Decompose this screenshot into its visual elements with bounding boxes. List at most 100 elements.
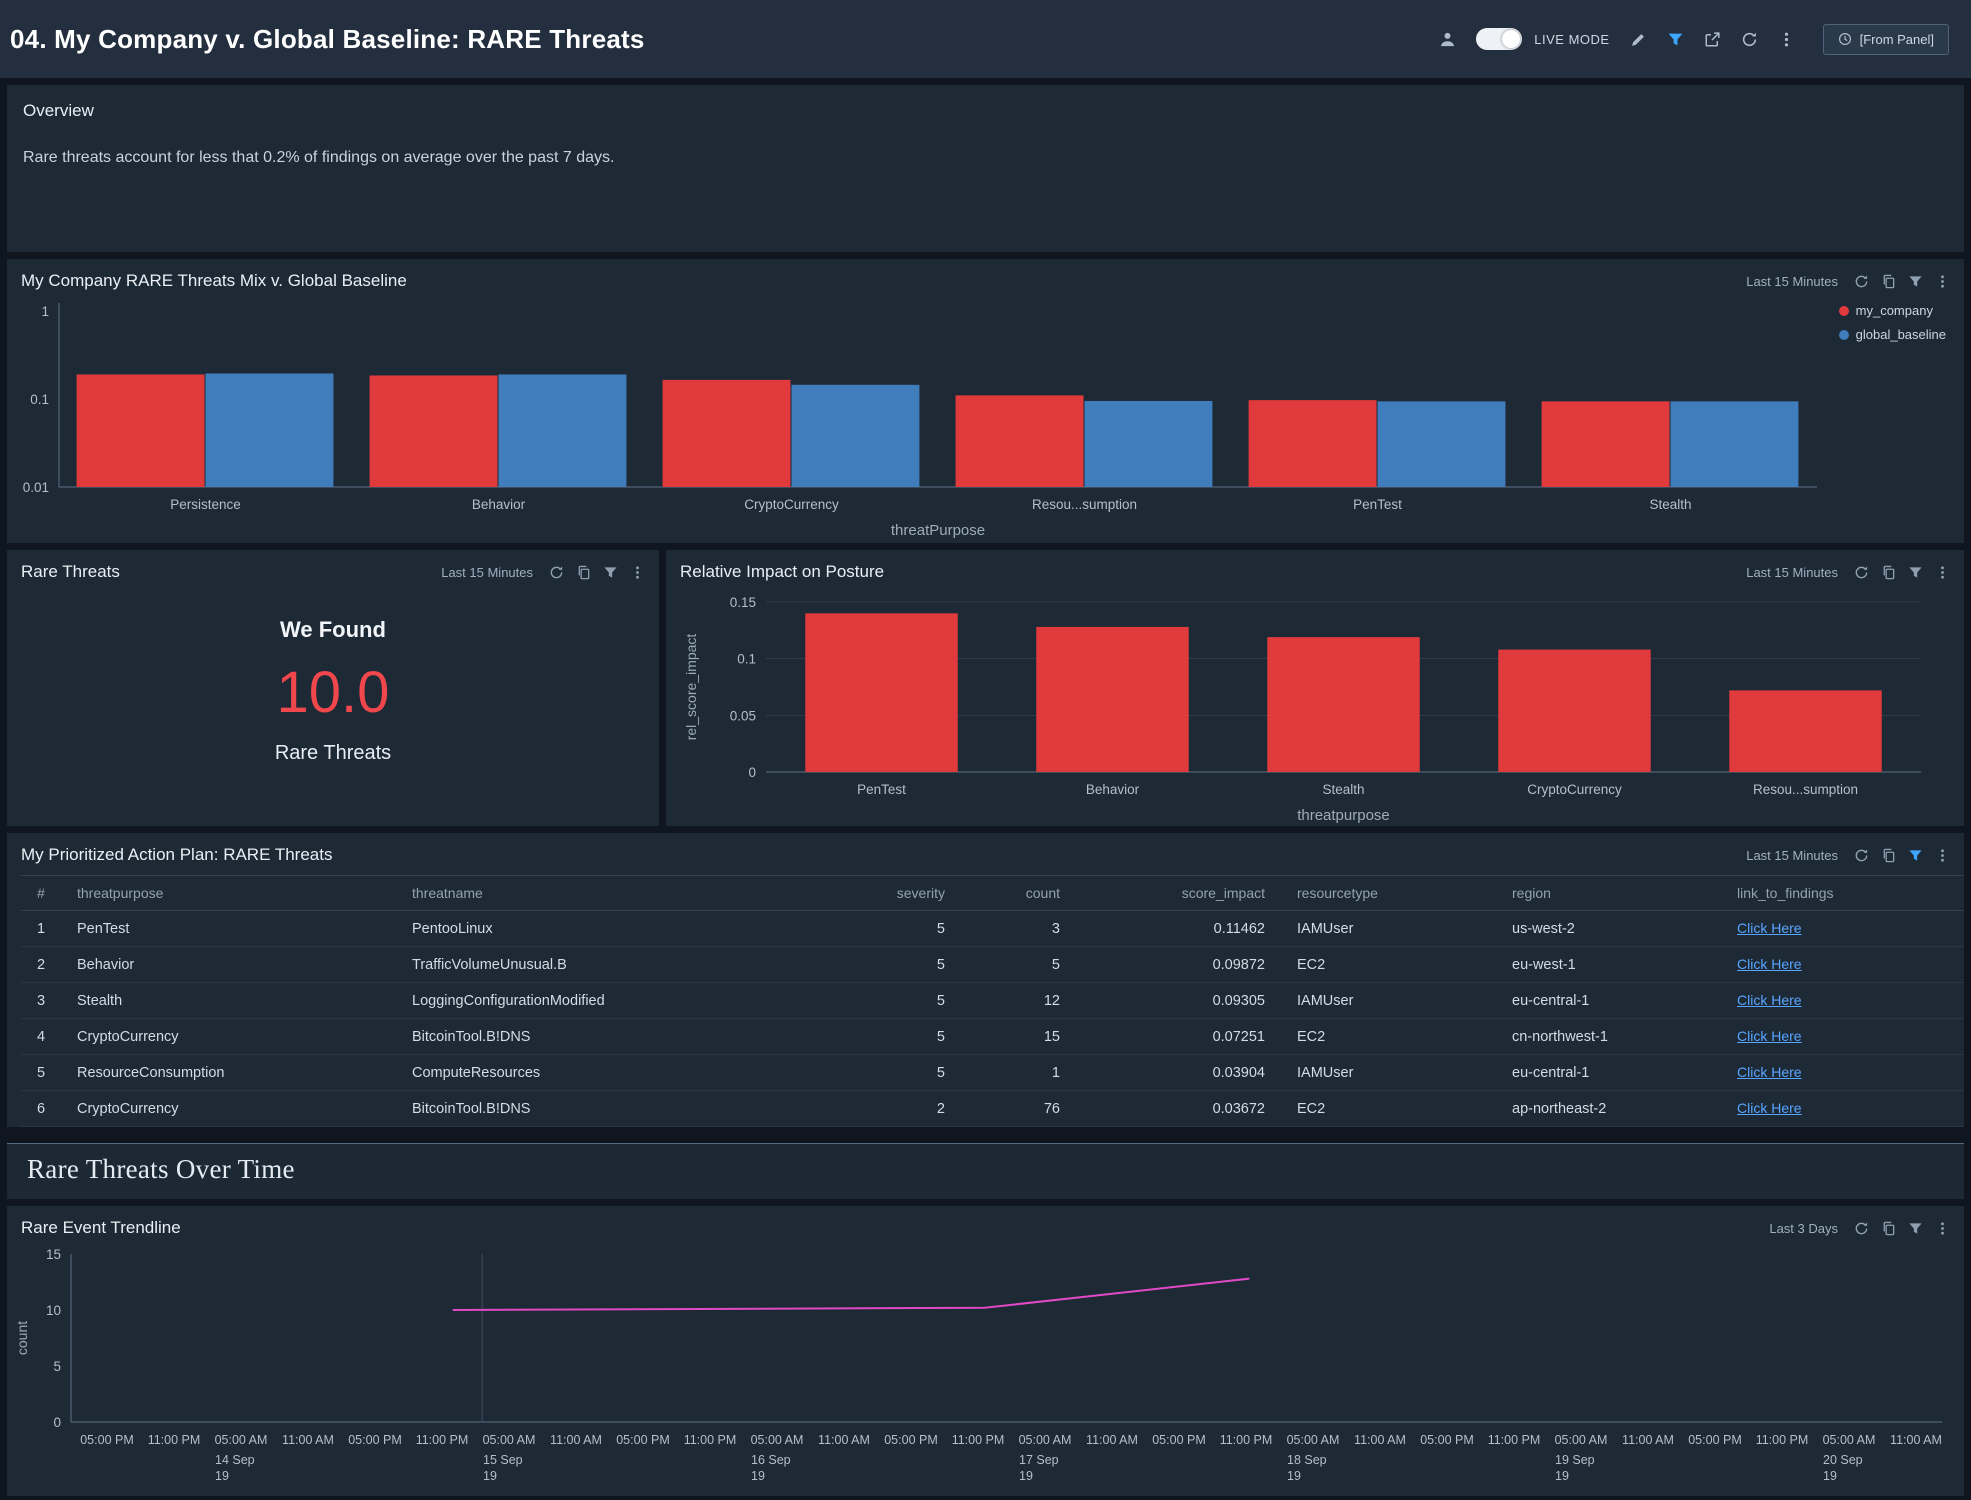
- legend-item-global-baseline[interactable]: global_baseline: [1839, 327, 1946, 342]
- chart-text: Stealth: [1649, 497, 1691, 512]
- kebab-menu-icon[interactable]: [1778, 31, 1795, 48]
- bar-global_baseline[interactable]: [1085, 401, 1213, 487]
- section-divider: Rare Threats Over Time: [7, 1143, 1964, 1199]
- legend-item-my-company[interactable]: my_company: [1839, 303, 1946, 318]
- chart-text: CryptoCurrency: [744, 497, 839, 512]
- filter-icon[interactable]: [1667, 31, 1684, 48]
- from-panel-button[interactable]: [From Panel]: [1823, 24, 1949, 55]
- link-to-findings[interactable]: Click Here: [1737, 1100, 1802, 1116]
- filter-icon[interactable]: [1908, 274, 1923, 289]
- dashboard-content: Overview Rare threats account for less t…: [0, 78, 1971, 1500]
- live-mode-label: LIVE MODE: [1534, 32, 1609, 47]
- chart-text: 19: [751, 1469, 765, 1483]
- bar-PenTest[interactable]: [805, 613, 957, 772]
- chart-text: 15: [46, 1247, 61, 1262]
- column-header-threatname: threatname: [396, 876, 866, 911]
- from-panel-label: [From Panel]: [1860, 32, 1934, 47]
- filter-icon[interactable]: [1908, 1221, 1923, 1236]
- bar-my_company[interactable]: [1542, 401, 1670, 487]
- chart-text: Behavior: [1086, 782, 1140, 797]
- chart-text: 17 Sep: [1019, 1453, 1059, 1467]
- copy-icon[interactable]: [576, 565, 591, 580]
- copy-icon[interactable]: [1881, 274, 1896, 289]
- bar-my_company[interactable]: [370, 375, 498, 487]
- bar-my_company[interactable]: [956, 395, 1084, 487]
- user-icon[interactable]: [1439, 31, 1456, 48]
- chart-text: 0.15: [730, 595, 756, 610]
- chart-text: 0: [748, 765, 756, 780]
- bar-global_baseline[interactable]: [1671, 401, 1799, 487]
- chart-text: 11:00 AM: [282, 1433, 334, 1447]
- link-to-findings[interactable]: Click Here: [1737, 920, 1802, 936]
- clock-icon: [1838, 32, 1852, 46]
- chart-text: threatpurpose: [1297, 807, 1390, 824]
- bar-global_baseline[interactable]: [1378, 401, 1506, 487]
- chart-text: 0.05: [730, 708, 756, 723]
- bar-Behavior[interactable]: [1036, 627, 1188, 772]
- kebab-menu-icon[interactable]: [1935, 274, 1950, 289]
- refresh-icon[interactable]: [549, 565, 564, 580]
- panel-head: Rare Event Trendline Last 3 Days: [7, 1206, 1964, 1242]
- cell-score_impact: 0.09872: [1076, 947, 1281, 983]
- cell-region: eu-west-1: [1496, 947, 1721, 983]
- edit-pencil-icon[interactable]: [1630, 31, 1647, 48]
- chart-text: 19: [483, 1469, 497, 1483]
- link-to-findings[interactable]: Click Here: [1737, 992, 1802, 1008]
- bar-Resou...sumption[interactable]: [1729, 690, 1881, 772]
- kebab-menu-icon[interactable]: [630, 565, 645, 580]
- overview-text: Rare threats account for less that 0.2% …: [23, 149, 1948, 167]
- cell-threatpurpose: CryptoCurrency: [61, 1019, 396, 1055]
- bar-global_baseline[interactable]: [792, 385, 920, 487]
- live-mode-toggle[interactable]: [1476, 28, 1522, 50]
- trend-line[interactable]: [453, 1279, 1250, 1310]
- dashboard-title: 04. My Company v. Global Baseline: RARE …: [10, 24, 645, 55]
- refresh-icon[interactable]: [1854, 848, 1869, 863]
- chart-text: 20 Sep: [1823, 1453, 1863, 1467]
- link-to-findings[interactable]: Click Here: [1737, 1028, 1802, 1044]
- chart-text: 10: [46, 1303, 61, 1318]
- copy-icon[interactable]: [1881, 848, 1896, 863]
- refresh-icon[interactable]: [1854, 1221, 1869, 1236]
- bar-my_company[interactable]: [1249, 400, 1377, 487]
- trendline-panel: Rare Event Trendline Last 3 Days 0510150…: [7, 1206, 1964, 1496]
- link-to-findings[interactable]: Click Here: [1737, 1064, 1802, 1080]
- copy-icon[interactable]: [1881, 1221, 1896, 1236]
- chart-text: 11:00 AM: [1086, 1433, 1138, 1447]
- chart-text: 11:00 PM: [952, 1433, 1005, 1447]
- bar-my_company[interactable]: [77, 374, 205, 487]
- kebab-menu-icon[interactable]: [1935, 565, 1950, 580]
- filter-icon[interactable]: [603, 565, 618, 580]
- share-icon[interactable]: [1704, 31, 1721, 48]
- cell-severity: 5: [866, 947, 961, 983]
- cell-region: eu-central-1: [1496, 1055, 1721, 1091]
- refresh-icon[interactable]: [1854, 274, 1869, 289]
- bar-my_company[interactable]: [663, 380, 791, 487]
- refresh-icon[interactable]: [1741, 31, 1758, 48]
- cell-count: 5: [961, 947, 1076, 983]
- cell-resourcetype: IAMUser: [1281, 911, 1496, 947]
- chart-text: 05:00 AM: [751, 1433, 804, 1447]
- filter-icon[interactable]: [1908, 848, 1923, 863]
- bar-global_baseline[interactable]: [206, 373, 334, 487]
- chart-text: Resou...sumption: [1032, 497, 1137, 512]
- section-title: Rare Threats Over Time: [27, 1154, 1944, 1185]
- bar-Stealth[interactable]: [1267, 637, 1419, 772]
- column-header-scoreimpact: score_impact: [1076, 876, 1281, 911]
- table-header-row: #threatpurposethreatnameseveritycountsco…: [21, 876, 1964, 911]
- bar-CryptoCurrency[interactable]: [1498, 650, 1650, 772]
- kebab-menu-icon[interactable]: [1935, 1221, 1950, 1236]
- cell-threatpurpose: Stealth: [61, 983, 396, 1019]
- cell-#: 6: [21, 1091, 61, 1127]
- time-range-label: Last 3 Days: [1769, 1221, 1838, 1236]
- link-to-findings[interactable]: Click Here: [1737, 956, 1802, 972]
- cell-count: 3: [961, 911, 1076, 947]
- copy-icon[interactable]: [1881, 565, 1896, 580]
- cell-severity: 2: [866, 1091, 961, 1127]
- filter-icon[interactable]: [1908, 565, 1923, 580]
- bar-global_baseline[interactable]: [499, 374, 627, 487]
- cell-score_impact: 0.03672: [1076, 1091, 1281, 1127]
- kebab-menu-icon[interactable]: [1935, 848, 1950, 863]
- panel-actions: Last 3 Days: [1769, 1221, 1950, 1236]
- cell-threatpurpose: ResourceConsumption: [61, 1055, 396, 1091]
- refresh-icon[interactable]: [1854, 565, 1869, 580]
